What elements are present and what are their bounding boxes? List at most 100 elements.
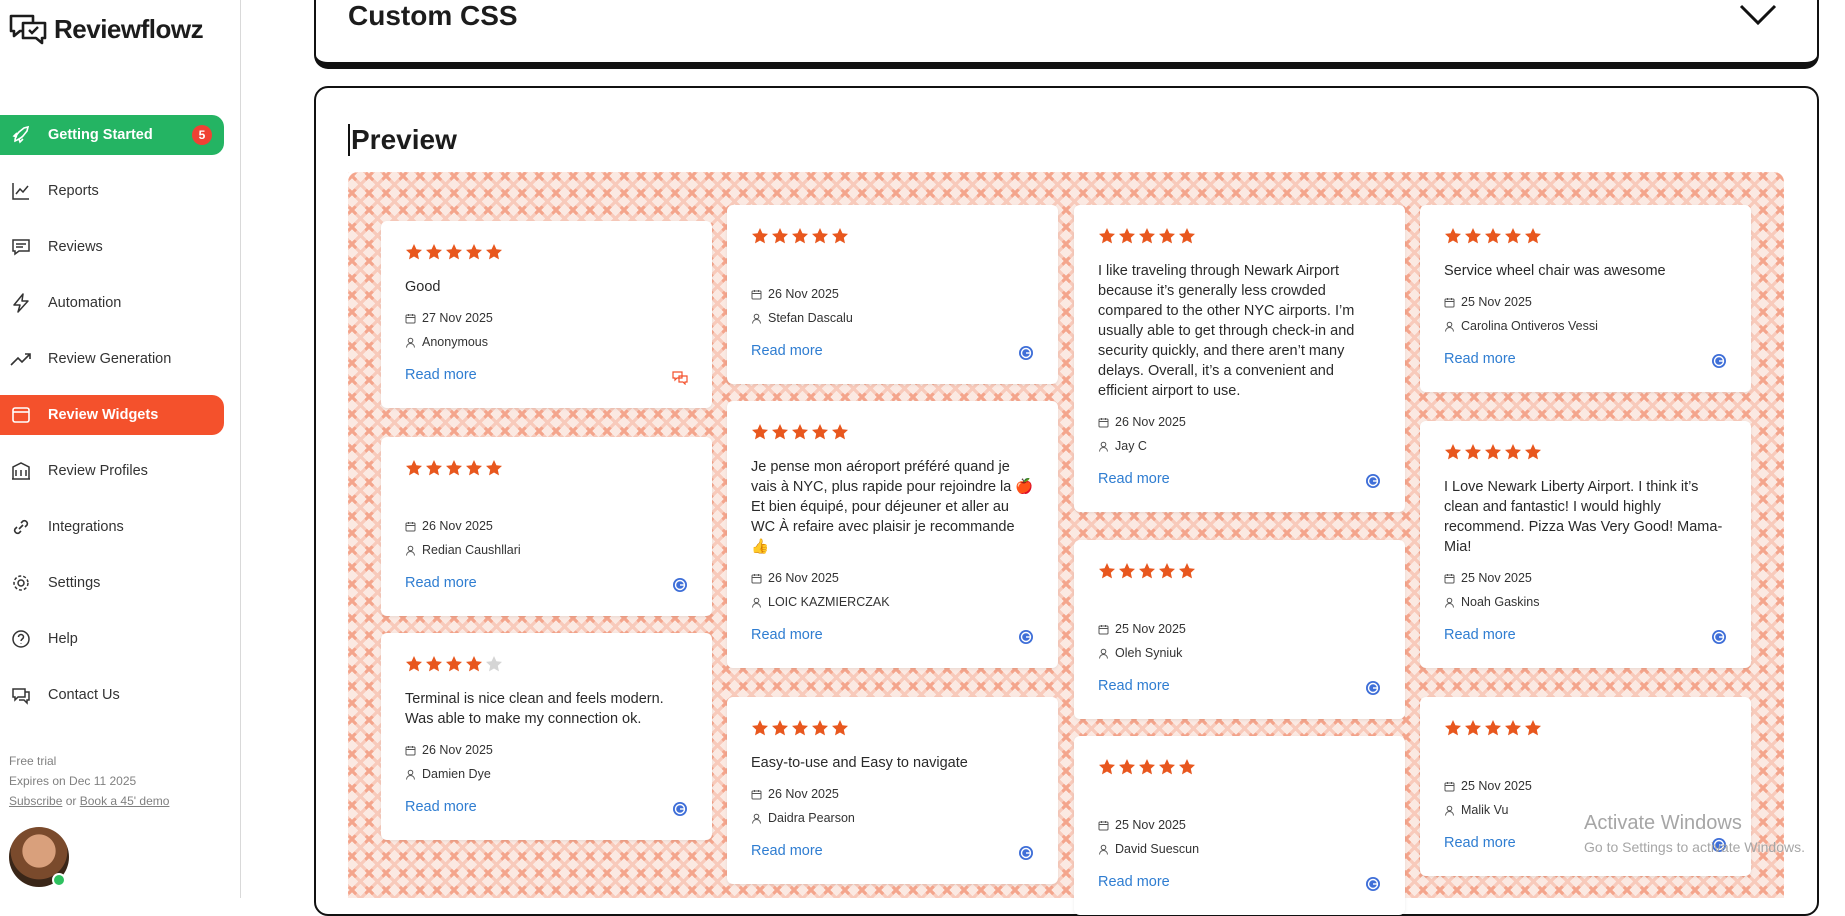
- subscribe-link[interactable]: Subscribe: [9, 794, 62, 808]
- user-icon: [1445, 321, 1454, 332]
- read-more-link[interactable]: Read more: [1444, 627, 1516, 643]
- review-card: I like traveling through Newark Airport …: [1074, 205, 1405, 512]
- read-more-link[interactable]: Read more: [751, 343, 823, 359]
- sidebar-item-label: Reports: [48, 183, 99, 199]
- sidebar-item-automation[interactable]: Automation: [0, 283, 224, 323]
- trial-status: Free trial: [9, 754, 57, 768]
- book-demo-link[interactable]: Book a 45' demo: [80, 794, 170, 808]
- star-icon: [832, 228, 848, 244]
- read-more-link[interactable]: Read more: [405, 367, 477, 383]
- review-text: Terminal is nice clean and feels modern.…: [405, 691, 664, 727]
- star-icon: [832, 720, 848, 736]
- star-icon: [1099, 228, 1115, 244]
- star-rating: [1444, 443, 1727, 463]
- star-rating: [405, 459, 688, 479]
- google-source-icon[interactable]: [1711, 629, 1727, 645]
- sidebar-item-label: Settings: [48, 575, 101, 591]
- chat-source-icon[interactable]: [672, 369, 688, 385]
- star-icon: [1179, 228, 1195, 244]
- calendar-icon: [751, 289, 762, 299]
- star-icon: [1445, 444, 1461, 460]
- star-icon: [1159, 563, 1175, 579]
- chevron-down-icon[interactable]: [1739, 4, 1777, 26]
- star-icon: [1485, 228, 1501, 244]
- calendar-icon: [405, 745, 416, 755]
- google-source-icon[interactable]: [672, 801, 688, 817]
- sidebar-item-reviews[interactable]: Reviews: [0, 227, 224, 267]
- sidebar-item-review-generation[interactable]: Review Generation: [0, 339, 224, 379]
- read-more-link[interactable]: Read more: [751, 627, 823, 643]
- review-card: 25 Nov 2025 David Suescun Read more: [1074, 736, 1405, 915]
- sidebar-item-integrations[interactable]: Integrations: [0, 507, 224, 547]
- star-icon: [466, 656, 482, 672]
- star-icon: [486, 656, 502, 672]
- star-icon: [426, 460, 442, 476]
- star-icon: [1445, 228, 1461, 244]
- review-author: Jay C: [1098, 436, 1381, 456]
- star-icon: [1179, 759, 1195, 775]
- star-icon: [486, 460, 502, 476]
- star-icon: [406, 244, 422, 260]
- calendar-icon: [1444, 297, 1455, 307]
- gear-icon: [10, 572, 32, 594]
- sidebar-item-reports[interactable]: Reports: [0, 171, 224, 211]
- read-more-link[interactable]: Read more: [405, 575, 477, 591]
- star-icon: [792, 228, 808, 244]
- sidebar-item-review-profiles[interactable]: Review Profiles: [0, 451, 224, 491]
- user-icon: [1445, 597, 1454, 608]
- google-source-icon[interactable]: [1018, 845, 1034, 861]
- review-date: 25 Nov 2025: [1098, 619, 1381, 639]
- review-text: Je pense mon aéroport préféré quand je v…: [751, 459, 1034, 555]
- star-icon: [812, 228, 828, 244]
- read-more-link[interactable]: Read more: [1098, 678, 1170, 694]
- review-text: Easy-to-use and Easy to navigate: [751, 755, 968, 771]
- star-icon: [1485, 444, 1501, 460]
- google-source-icon[interactable]: [1365, 876, 1381, 892]
- user-icon: [752, 313, 761, 324]
- star-rating: [405, 243, 688, 263]
- star-icon: [752, 720, 768, 736]
- sidebar-item-contact-us[interactable]: Contact Us: [0, 675, 224, 715]
- star-rating: [405, 655, 688, 675]
- google-source-icon[interactable]: [1365, 680, 1381, 696]
- calendar-icon: [1098, 820, 1109, 830]
- read-more-link[interactable]: Read more: [1444, 351, 1516, 367]
- sidebar-item-review-widgets[interactable]: Review Widgets: [0, 395, 224, 435]
- star-icon: [1465, 228, 1481, 244]
- read-more-link[interactable]: Read more: [405, 799, 477, 815]
- windows-activation-watermark: Activate Windows Go to Settings to activ…: [1584, 812, 1805, 855]
- custom-css-panel[interactable]: Custom CSS: [314, 0, 1819, 69]
- review-card: 25 Nov 2025 Oleh Syniuk Read more: [1074, 540, 1405, 719]
- star-icon: [1445, 720, 1461, 736]
- sidebar-item-label: Review Widgets: [48, 407, 159, 423]
- user-icon: [1099, 441, 1108, 452]
- read-more-link[interactable]: Read more: [1444, 835, 1516, 851]
- review-author: LOIC KAZMIERCZAK: [751, 592, 1034, 612]
- google-source-icon[interactable]: [1018, 629, 1034, 645]
- sidebar-item-help[interactable]: Help: [0, 619, 224, 659]
- sidebar-item-getting-started[interactable]: Getting Started 5: [0, 115, 224, 155]
- calendar-icon: [405, 521, 416, 531]
- star-icon: [752, 228, 768, 244]
- read-more-link[interactable]: Read more: [1098, 874, 1170, 890]
- star-icon: [426, 244, 442, 260]
- user-icon: [406, 769, 415, 780]
- sidebar-item-settings[interactable]: Settings: [0, 563, 224, 603]
- star-rating: [751, 423, 1034, 443]
- sidebar: Reviewflowz Getting Started 5 Reports Re…: [0, 0, 241, 898]
- read-more-link[interactable]: Read more: [1098, 471, 1170, 487]
- star-icon: [446, 656, 462, 672]
- review-card: 26 Nov 2025 Redian Caushllari Read more: [381, 437, 712, 616]
- read-more-link[interactable]: Read more: [751, 843, 823, 859]
- link-icon: [10, 516, 32, 538]
- user-icon: [752, 813, 761, 824]
- google-source-icon[interactable]: [1365, 473, 1381, 489]
- trial-expiry: Expires on Dec 11 2025: [9, 774, 137, 788]
- custom-css-title: Custom CSS: [348, 0, 518, 31]
- star-icon: [1485, 720, 1501, 736]
- google-source-icon[interactable]: [1711, 353, 1727, 369]
- google-source-icon[interactable]: [672, 577, 688, 593]
- app-logo[interactable]: Reviewflowz: [8, 12, 204, 46]
- online-status-dot: [52, 873, 66, 887]
- google-source-icon[interactable]: [1018, 345, 1034, 361]
